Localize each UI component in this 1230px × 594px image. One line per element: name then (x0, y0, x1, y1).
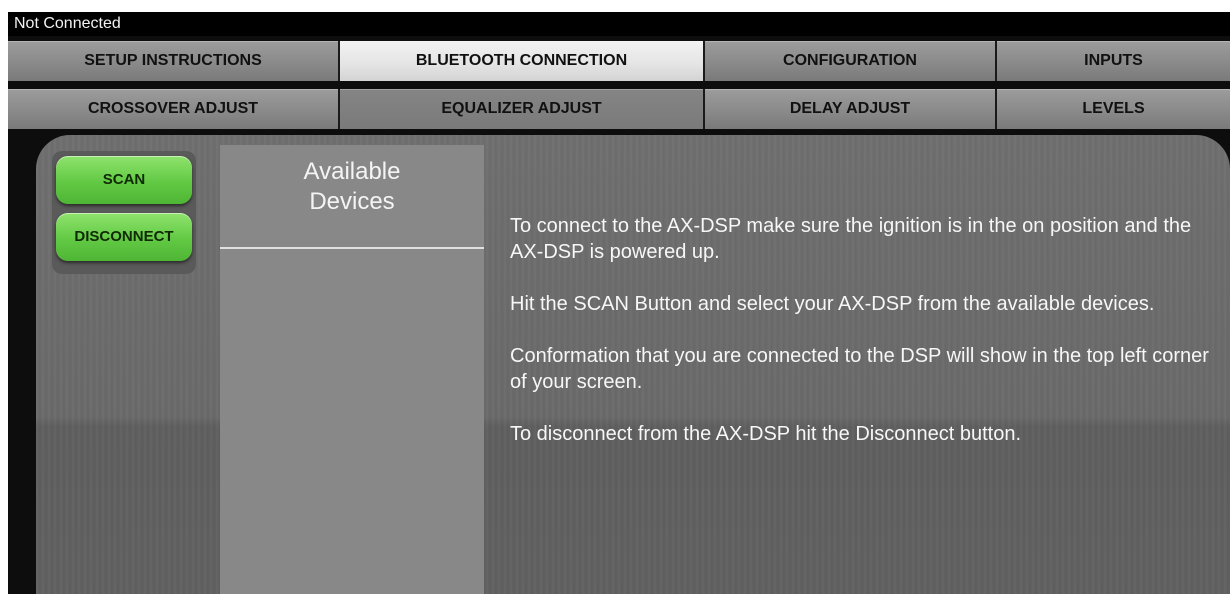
instruction-paragraph: To disconnect from the AX-DSP hit the Di… (510, 423, 1022, 445)
tab-inputs[interactable]: INPUTS (997, 41, 1230, 81)
connection-status: Not Connected (8, 12, 1230, 36)
available-devices-title: Available Devices (220, 157, 484, 217)
disconnect-button[interactable]: DISCONNECT (56, 213, 192, 261)
content-panel: SCAN DISCONNECT Available Devices To con… (36, 135, 1230, 594)
tab-delay-adjust[interactable]: DELAY ADJUST (705, 89, 997, 129)
tab-configuration[interactable]: CONFIGURATION (705, 41, 997, 81)
available-devices-panel: Available Devices (220, 145, 484, 594)
devices-title-line2: Devices (309, 188, 395, 215)
device-list[interactable] (220, 251, 484, 594)
devices-divider (220, 247, 484, 249)
tab-bar-secondary: CROSSOVER ADJUST EQUALIZER ADJUST DELAY … (8, 89, 1230, 129)
tab-crossover-adjust[interactable]: CROSSOVER ADJUST (8, 89, 340, 129)
instruction-paragraph: To connect to the AX-DSP make sure the i… (510, 215, 1192, 263)
instruction-paragraph: Hit the SCAN Button and select your AX-D… (510, 293, 1155, 315)
tab-equalizer-adjust[interactable]: EQUALIZER ADJUST (340, 89, 705, 129)
tab-levels[interactable]: LEVELS (997, 89, 1230, 129)
tab-bluetooth-connection[interactable]: BLUETOOTH CONNECTION (340, 41, 705, 81)
button-group: SCAN DISCONNECT (52, 151, 196, 274)
instructions-text: To connect to the AX-DSP make sure the i… (510, 213, 1210, 473)
scan-button[interactable]: SCAN (56, 156, 192, 204)
instruction-paragraph: Conformation that you are connected to t… (510, 345, 1209, 393)
tab-setup-instructions[interactable]: SETUP INSTRUCTIONS (8, 41, 340, 81)
tab-bar-primary: SETUP INSTRUCTIONS BLUETOOTH CONNECTION … (8, 41, 1230, 81)
devices-title-line1: Available (303, 158, 401, 185)
app-window: Not Connected SETUP INSTRUCTIONS BLUETOO… (8, 12, 1230, 594)
